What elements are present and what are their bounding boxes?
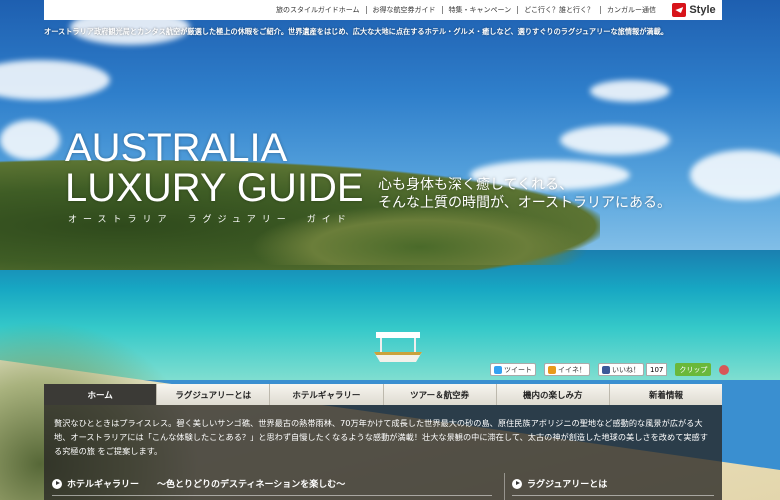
arrow-right-icon	[52, 478, 62, 489]
top-nav: 旅のスタイルガイドホーム お得な航空券ガイド 特集・キャンペーン どこ行く？誰と…	[270, 6, 662, 14]
tab-luxury[interactable]: ラグジュアリーとは	[157, 384, 271, 405]
luxury-heading[interactable]: ラグジュアリーとは	[512, 477, 607, 490]
mixi-label: イイネ！	[558, 365, 586, 374]
boat-image	[374, 332, 422, 362]
clip-button[interactable]: クリップ	[675, 363, 712, 376]
cloud	[560, 125, 670, 155]
catch-copy: 心も身体も深く癒してくれる、 そんな上質の時間が、オーストラリアにある。	[378, 176, 671, 212]
section-title: ラグジュアリーとは	[527, 480, 608, 490]
facebook-like-count: 107	[646, 363, 668, 376]
top-nav-item[interactable]: 旅のスタイルガイドホーム	[270, 6, 367, 14]
catch-line: そんな上質の時間が、オーストラリアにある。	[378, 195, 672, 211]
facebook-icon	[602, 365, 610, 374]
twitter-icon	[494, 365, 502, 374]
tagline: オーストラリア政府観光局とカンタス航空が厳選した極上の休暇をご紹介。世界遺産をは…	[44, 27, 668, 36]
catch-line: 心も身体も深く癒してくれる、	[378, 177, 574, 193]
tab-inflight[interactable]: 機内の楽しみ方	[496, 384, 610, 405]
hotel-gallery-heading[interactable]: ホテルギャラリー 〜色とりどりのデスティネーションを楽しむ〜	[52, 477, 345, 490]
cloud	[590, 80, 670, 102]
facebook-like-button[interactable]: いいね！	[598, 363, 644, 376]
title-line: AUSTRALIA	[65, 126, 288, 170]
page-title: AUSTRALIA LUXURY GUIDE	[65, 128, 364, 208]
intro-text: 贅沢なひとときはプライスレス。碧く美しいサンゴ礁、世界最古の熱帯雨林、70万年か…	[54, 418, 708, 456]
clip-icon[interactable]	[719, 364, 730, 375]
kangaroo-logo-icon	[672, 3, 687, 17]
mixi-button[interactable]: イイネ！	[544, 363, 590, 376]
content-panel: 贅沢なひとときはプライスレス。碧く美しいサンゴ礁、世界最古の熱帯雨林、70万年か…	[44, 405, 722, 500]
divider	[512, 495, 714, 496]
divider	[504, 473, 505, 500]
title-kana: オーストラリア ラグジュアリー ガイド	[68, 215, 352, 225]
mixi-icon	[548, 365, 556, 374]
social-buttons: ツイート イイネ！ いいね！ 107 クリップ	[490, 363, 730, 376]
top-nav-item[interactable]: カンガルー通信	[601, 6, 662, 14]
arrow-right-icon	[512, 478, 522, 489]
main-tabs: ホーム ラグジュアリーとは ホテルギャラリー ツアー＆航空券 機内の楽しみ方 新…	[44, 384, 723, 405]
title-line: LUXURY GUIDE	[65, 166, 364, 210]
facebook-label: いいね！	[612, 365, 640, 374]
tab-news[interactable]: 新着情報	[609, 384, 723, 405]
top-nav-item[interactable]: どこ行く？誰と行く？	[518, 6, 601, 14]
qantas-style-logo[interactable]: Style	[666, 0, 722, 20]
tweet-button[interactable]: ツイート	[490, 363, 536, 376]
brand-text: Style	[689, 4, 716, 16]
tab-hotel-gallery[interactable]: ホテルギャラリー	[270, 384, 384, 405]
divider	[52, 495, 492, 496]
cloud	[0, 120, 60, 160]
tweet-label: ツイート	[504, 365, 532, 374]
top-nav-item[interactable]: 特集・キャンペーン	[443, 6, 519, 14]
tab-home[interactable]: ホーム	[44, 384, 158, 405]
tab-tours[interactable]: ツアー＆航空券	[383, 384, 497, 405]
top-nav-bar: 旅のスタイルガイドホーム お得な航空券ガイド 特集・キャンペーン どこ行く？誰と…	[44, 0, 722, 20]
top-nav-item[interactable]: お得な航空券ガイド	[367, 6, 443, 14]
section-title: ホテルギャラリー 〜色とりどりのデスティネーションを楽しむ〜	[67, 480, 346, 490]
